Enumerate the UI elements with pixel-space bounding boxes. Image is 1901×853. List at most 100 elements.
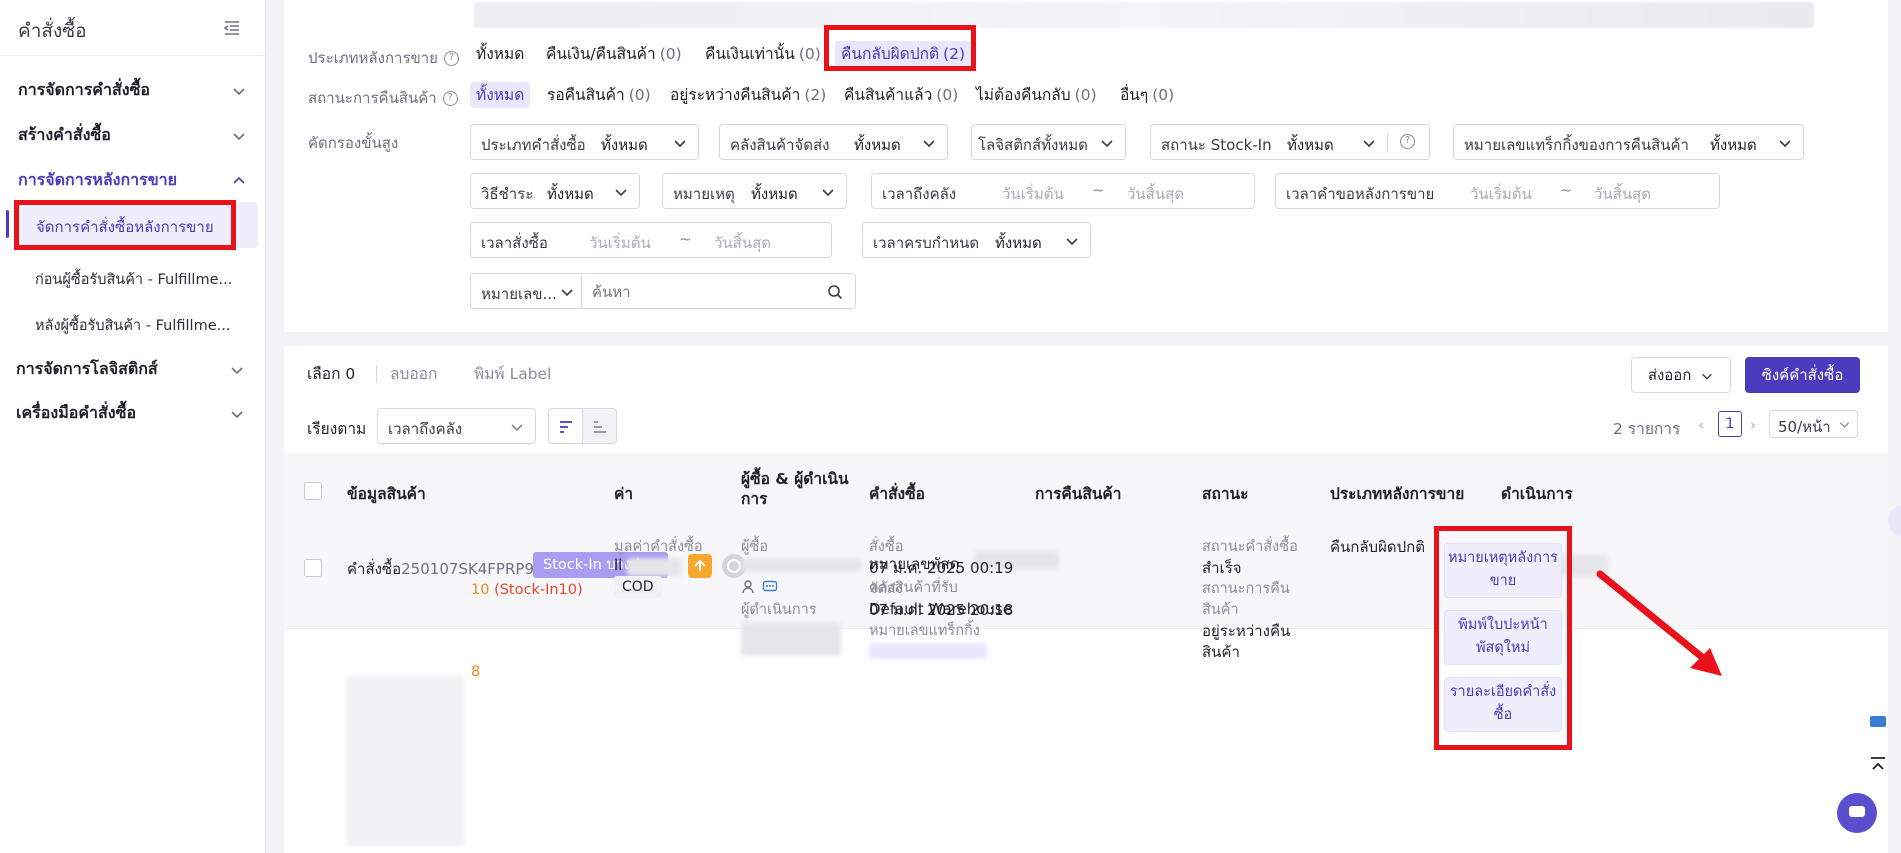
col-amount: ค่า	[614, 485, 634, 503]
chevron-down-icon	[674, 140, 686, 148]
search-input[interactable]	[592, 281, 812, 303]
search-icon[interactable]	[827, 284, 843, 300]
sidebar-item-before-receive[interactable]: ก่อนผู้ซื้อรับสินค้า - Fulfillme...	[35, 268, 245, 291]
help-icon[interactable]: ?	[442, 91, 458, 106]
sidebar-group-create-order[interactable]: สร้างคำสั่งซื้อ	[18, 123, 248, 153]
logistics-select[interactable]: โลจิสติกส์ทั้งหมด	[971, 124, 1126, 160]
back-to-top-icon[interactable]	[1868, 755, 1888, 775]
redacted-header	[474, 2, 1814, 28]
sidebar-group-order-tools[interactable]: เครื่องมือคำสั่งซื้อ	[16, 401, 246, 431]
qty-main: 10 (Stock-In10)	[471, 582, 583, 598]
sidebar-title: คำสั่งซื้อ	[18, 20, 87, 42]
deadline-select[interactable]: เวลาครบกำหนด ทั้งหมด	[862, 222, 1091, 258]
redacted-buyer	[741, 558, 861, 572]
chip-aftersale-refund-return[interactable]: คืนเงิน/คืนสินค้า (0)	[546, 41, 682, 67]
qty-second: 8	[471, 664, 481, 680]
return-status-label-2: สินค้า	[1202, 602, 1239, 618]
return-status-label-1: สถานะการคืน	[1202, 581, 1290, 597]
sidebar-group-label: การจัดการคำสั่งซื้อ	[18, 80, 151, 99]
sidebar-item-after-receive[interactable]: หลังผู้ซื้อรับสินค้า - Fulfillme...	[35, 314, 245, 337]
print-label-button[interactable]: พิมพ์ Label	[474, 361, 551, 386]
col-actions: ดำเนินการ	[1501, 485, 1573, 503]
chip-return-other[interactable]: อื่นๆ (0)	[1120, 82, 1174, 108]
chip-aftersale-all[interactable]: ทั้งหมด	[476, 41, 524, 67]
chevron-down-icon	[615, 189, 627, 197]
aftersale-type-label: ประเภทหลังการขาย?	[308, 46, 459, 70]
order-checkbox[interactable]	[304, 559, 322, 577]
chip-aftersale-refund-only[interactable]: คืนเงินเท่านั้น (0)	[705, 41, 821, 67]
page-number[interactable]: 1	[1718, 411, 1742, 437]
chevron-down-icon	[233, 88, 245, 96]
request-time-range[interactable]: เวลาคำขอหลังการขาย วันเริ่มต้น ~ วันสิ้น…	[1275, 173, 1720, 209]
chip-return-in-progress[interactable]: อยู่ระหว่างคืนสินค้า (2)	[670, 82, 826, 108]
amount-prefix: ll	[614, 556, 623, 574]
return-tracking-select[interactable]: หมายเลขแทร็กกิ้งของการคืนสินค้า ทั้งหมด	[1453, 124, 1804, 160]
feedback-icon[interactable]	[1868, 713, 1888, 733]
export-button[interactable]: ส่งออก	[1631, 357, 1731, 393]
sidebar-group-label: การจัดการหลังการขาย	[18, 170, 178, 189]
prev-page-icon[interactable]: ‹	[1698, 416, 1704, 434]
sidebar-group-label: สร้างคำสั่งซื้อ	[18, 125, 111, 144]
redacted-amount	[627, 558, 682, 576]
sidebar-group-label: การจัดการโลจิสติกส์	[16, 359, 158, 378]
chevron-down-icon	[1066, 238, 1078, 246]
sync-orders-button[interactable]: ซิงค์คำสั่งซื้อ	[1745, 357, 1860, 393]
chevron-down-icon	[231, 411, 243, 419]
return-status-label: สถานะการคืนสินค้า?	[308, 86, 458, 110]
annotation-box-sidebar	[14, 200, 236, 250]
chip-return-not-needed[interactable]: ไม่ต้องคืนกลับ (0)	[976, 82, 1097, 108]
col-buyer-operator: ผู้ซื้อ & ผู้ดำเนินการ	[741, 470, 849, 508]
chevron-down-icon	[1702, 373, 1713, 380]
chip-return-pending[interactable]: รอคืนสินค้า (0)	[547, 82, 651, 108]
filter-panel: ประเภทหลังการขาย? ทั้งหมด คืนเงิน/คืนสิน…	[284, 0, 1888, 332]
warehouse-select[interactable]: คลังสินค้าจัดส่ง ทั้งหมด	[719, 124, 948, 160]
payment-method-select[interactable]: วิธีชำระ ทั้งหมด	[470, 173, 640, 209]
next-page-icon[interactable]: ›	[1750, 416, 1756, 434]
note-select[interactable]: หมายเหตุ ทั้งหมด	[662, 173, 847, 209]
collapse-sidebar-icon[interactable]	[222, 18, 242, 38]
chip-return-done[interactable]: คืนสินค้าแล้ว (0)	[844, 82, 958, 108]
sort-label: เรียงตาม	[307, 420, 367, 438]
chevron-down-icon	[561, 289, 573, 297]
search-box[interactable]	[581, 273, 856, 309]
user-icon[interactable]	[741, 579, 757, 595]
order-id[interactable]: คำสั่งซื้อ250107SK4FPRP9	[347, 557, 534, 581]
col-return: การคืนสินค้า	[1035, 485, 1122, 503]
chip-return-all[interactable]: ทั้งหมด	[470, 82, 531, 108]
buyer-label: ผู้ซื้อ	[741, 539, 769, 555]
redacted-operator	[741, 622, 841, 656]
stockin-status-select[interactable]: สถานะ Stock-In ทั้งหมด ?	[1150, 124, 1430, 160]
divider	[376, 365, 377, 383]
search-field-select[interactable]: หมายเลข...	[470, 273, 582, 309]
order-time-range[interactable]: เวลาสั่งซื้อ วันเริ่มต้น ~ วันสิ้นสุด	[470, 222, 832, 258]
chevron-down-icon	[1779, 140, 1791, 148]
sidebar-group-order-management[interactable]: การจัดการคำสั่งซื้อ	[18, 78, 248, 108]
sidebar-group-logistics[interactable]: การจัดการโลจิสติกส์	[16, 357, 246, 387]
col-product: ข้อมูลสินค้า	[347, 485, 426, 503]
select-all-checkbox[interactable]	[304, 482, 322, 500]
sort-asc-button[interactable]	[582, 408, 617, 444]
redacted-product-image	[347, 676, 465, 846]
arrive-time-range[interactable]: เวลาถึงคลัง วันเริ่มต้น ~ วันสิ้นสุด	[871, 173, 1255, 209]
chat-icon[interactable]	[762, 579, 778, 595]
help-icon[interactable]: ?	[443, 51, 459, 66]
selected-count: เลือก 0	[307, 365, 356, 383]
return-status-value-2: สินค้า	[1202, 643, 1240, 661]
chevron-up-icon	[233, 176, 245, 184]
redacted-tracking-number[interactable]	[869, 643, 987, 659]
sort-descending-icon	[560, 421, 572, 433]
order-type-select[interactable]: ประเภทคำสั่งซื้อ ทั้งหมด	[470, 124, 699, 160]
chat-support-button[interactable]	[1837, 793, 1877, 833]
sort-desc-button[interactable]	[548, 408, 583, 444]
table-header: ข้อมูลสินค้า ค่า ผู้ซื้อ & ผู้ดำเนินการ …	[284, 453, 1888, 529]
amount-label: มูลค่าคำสั่งซื้อ	[614, 539, 703, 555]
annotation-box-abnormal-return	[824, 25, 976, 71]
chat-bubble-icon	[1849, 806, 1865, 817]
floating-tab-icon[interactable]	[1888, 506, 1901, 536]
chevron-down-icon	[1101, 140, 1113, 148]
help-icon[interactable]: ?	[1400, 134, 1415, 149]
page-size-select[interactable]: 50/หน้า	[1769, 410, 1858, 438]
sort-select[interactable]: เวลาถึงคลัง	[377, 408, 536, 444]
sidebar-group-aftersale[interactable]: การจัดการหลังการขาย	[18, 168, 248, 198]
remove-button[interactable]: ลบออก	[390, 361, 437, 386]
